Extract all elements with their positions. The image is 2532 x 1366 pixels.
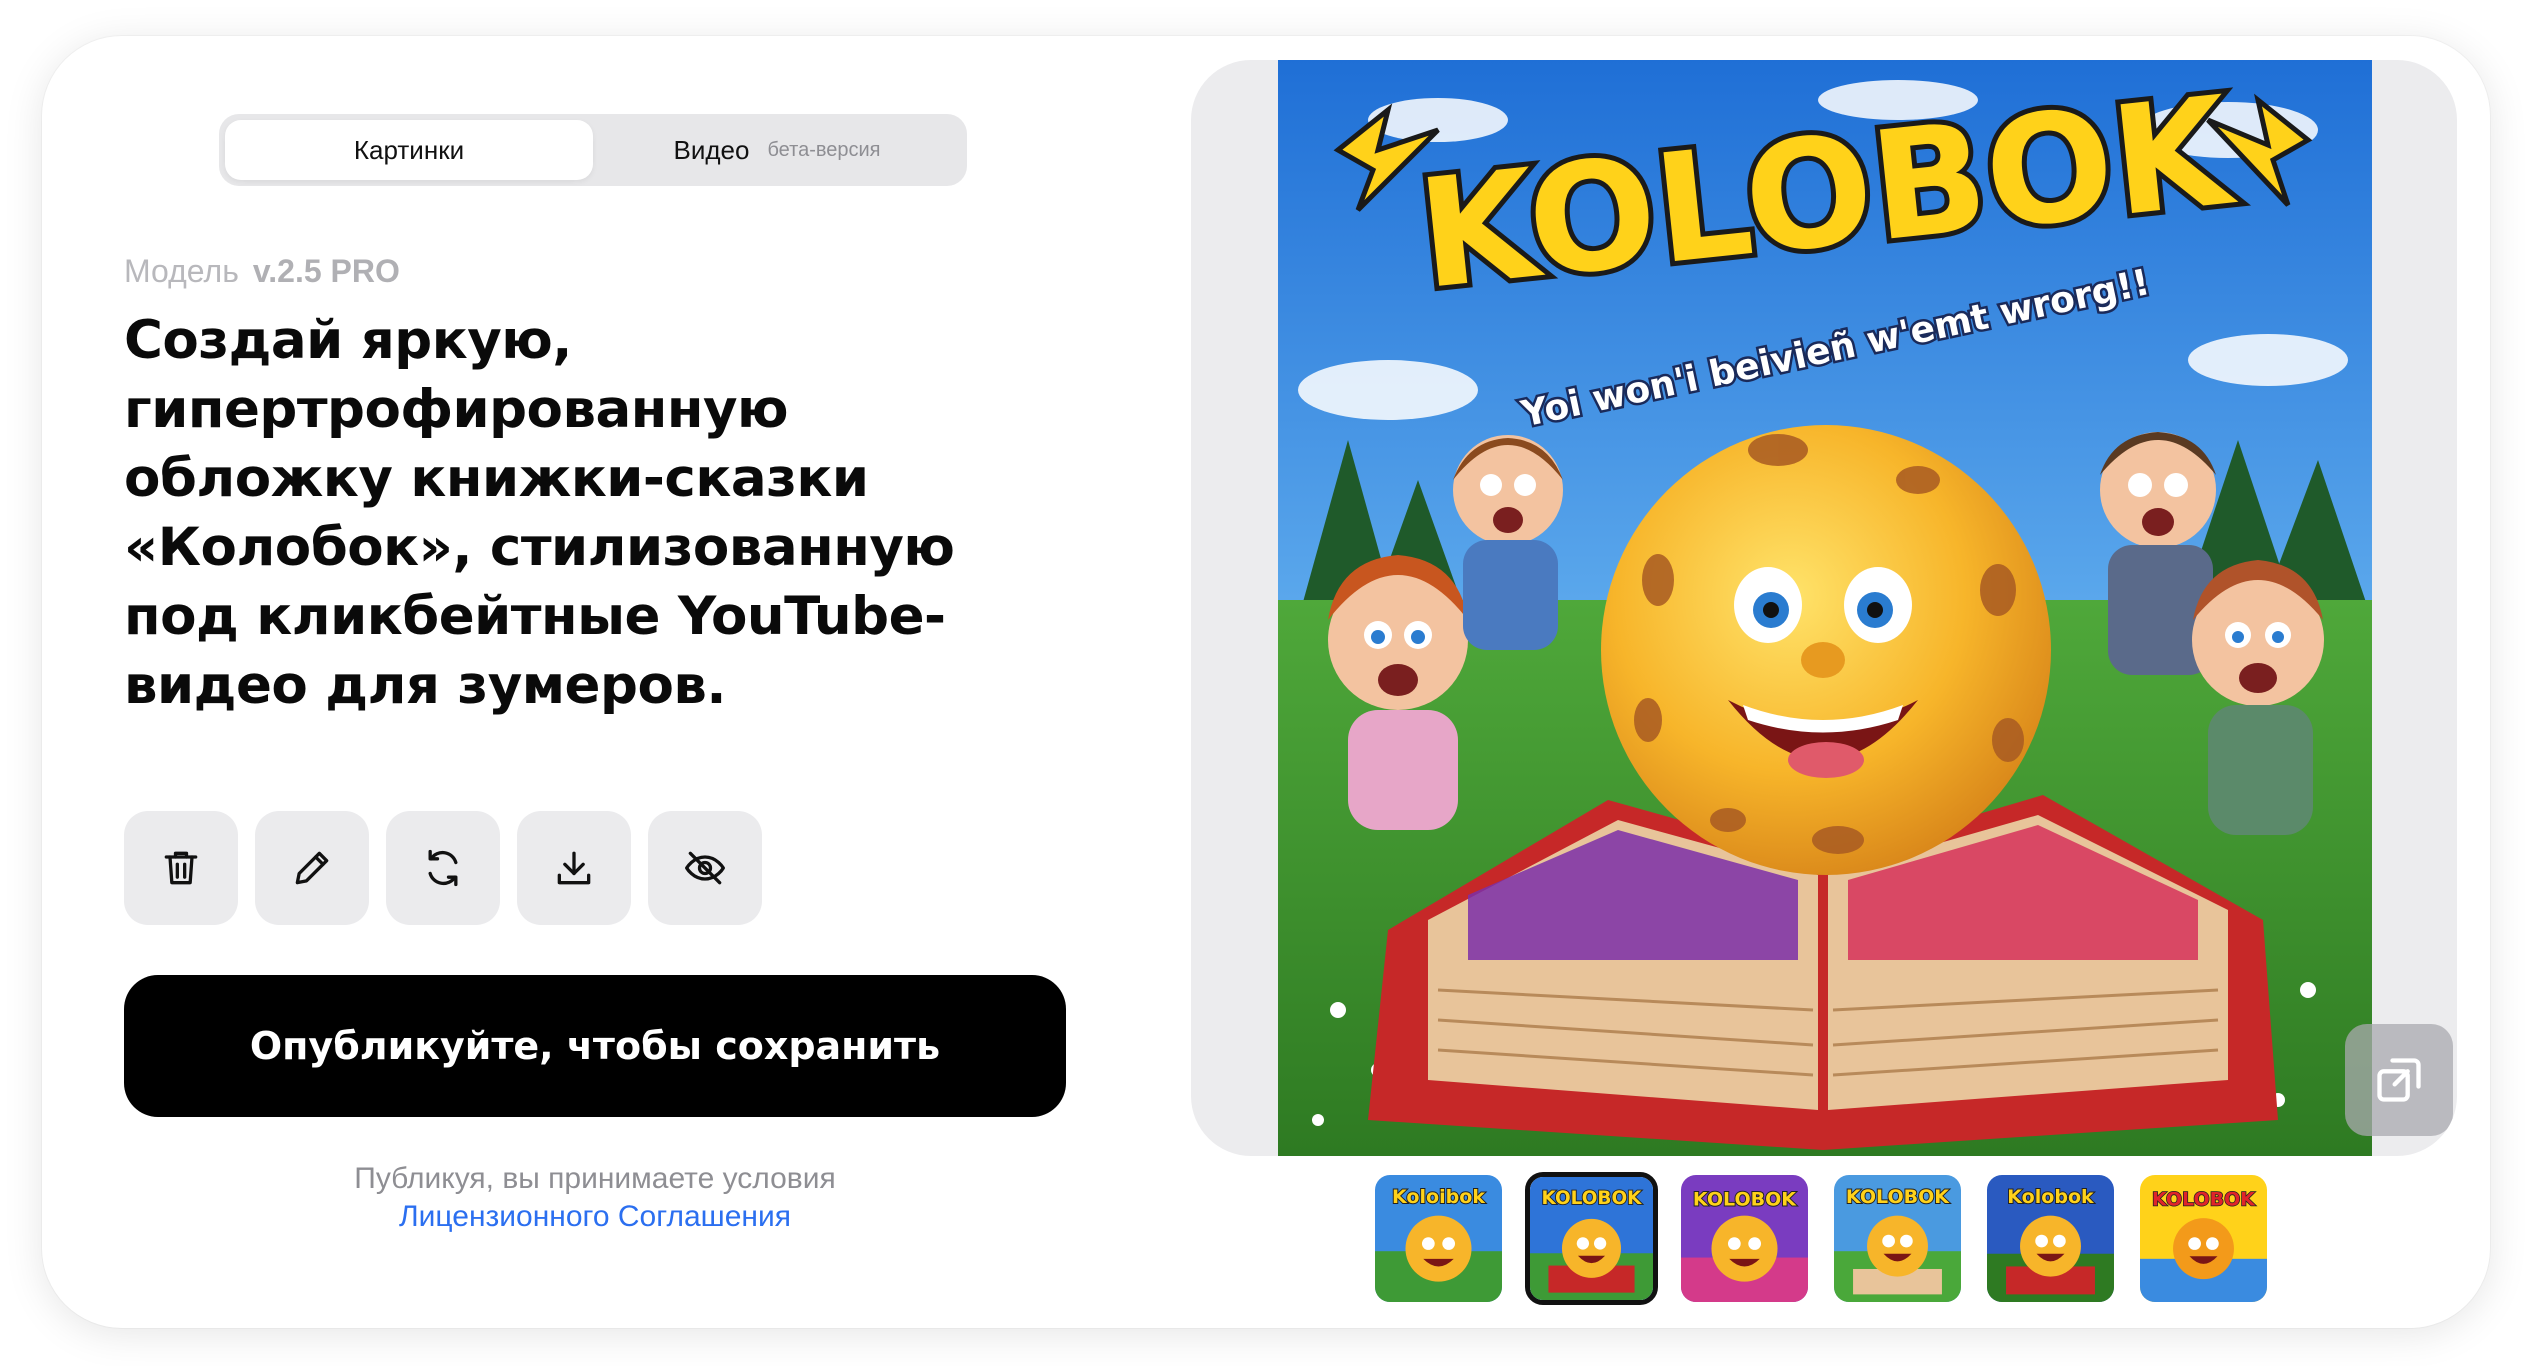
- generated-image[interactable]: KOLOBOK Yoi won'i beivieñ w'emt wrorg!!: [1278, 60, 2372, 1156]
- mode-tabs: Картинки Видео бета-версия: [219, 114, 967, 186]
- thumbnail[interactable]: Koloibok: [1372, 1172, 1505, 1305]
- thumbnail-label: KOLOBOK: [1846, 1186, 1950, 1208]
- thumbnail-label: KOLOBOK: [1693, 1188, 1797, 1210]
- edit-button[interactable]: [255, 811, 369, 925]
- thumbnail[interactable]: KOLOBOK: [2137, 1172, 2270, 1305]
- hide-button[interactable]: [648, 811, 762, 925]
- delete-button[interactable]: [124, 811, 238, 925]
- tab-images-label: Картинки: [353, 134, 465, 165]
- prompt-container[interactable]: Создай яркую, гипертрофированную обложку…: [124, 306, 1064, 742]
- model-label: Модель: [124, 253, 239, 289]
- thumbnail[interactable]: KOLOBOK: [1831, 1172, 1964, 1305]
- tab-images[interactable]: Картинки: [225, 120, 593, 180]
- prompt-text: Создай яркую, гипертрофированную обложку…: [124, 310, 955, 716]
- pencil-icon: [295, 851, 329, 885]
- tab-video-label: Видео: [673, 134, 750, 165]
- thumbnail[interactable]: KOLOBOK: [1678, 1172, 1811, 1305]
- thumbnail-label: KOLOBOK: [2152, 1188, 2256, 1210]
- expand-icon: [2377, 1058, 2421, 1102]
- regenerate-button[interactable]: [386, 811, 500, 925]
- download-icon: [557, 851, 591, 885]
- thumbnail-label: KOLOBOK: [1542, 1188, 1643, 1209]
- preview-panel: KOLOBOK Yoi won'i beivieñ w'emt wrorg!!: [1191, 60, 2457, 1156]
- thumbnail[interactable]: Kolobok: [1984, 1172, 2117, 1305]
- thumbnail-label: Koloibok: [1392, 1186, 1486, 1208]
- model-version: v.2.5 PRO: [252, 253, 400, 289]
- thumbnail-strip: Koloibok KOLOBOK KOLOBOK KOLOBOK Kolobok…: [1372, 1172, 2270, 1305]
- terms-notice: Публикуя, вы принимаете условия Лицензио…: [124, 1160, 1066, 1236]
- publish-button[interactable]: Опубликуйте, чтобы сохранить: [124, 975, 1066, 1117]
- terms-text: Публикуя, вы принимаете условия: [354, 1162, 836, 1195]
- thumbnail-selected[interactable]: KOLOBOK: [1525, 1172, 1658, 1305]
- tab-video[interactable]: Видео бета-версия: [593, 120, 961, 180]
- expand-button[interactable]: [2345, 1024, 2453, 1136]
- action-bar: [124, 811, 762, 925]
- model-info: Модель v.2.5 PRO: [124, 253, 400, 290]
- eye-off-icon: [685, 851, 725, 885]
- refresh-icon: [428, 849, 458, 887]
- license-link[interactable]: Лицензионного Соглашения: [124, 1198, 1066, 1236]
- trash-icon: [164, 851, 198, 885]
- thumbnail-label: Kolobok: [2007, 1186, 2095, 1208]
- beta-badge: бета-версия: [767, 138, 881, 161]
- download-button[interactable]: [517, 811, 631, 925]
